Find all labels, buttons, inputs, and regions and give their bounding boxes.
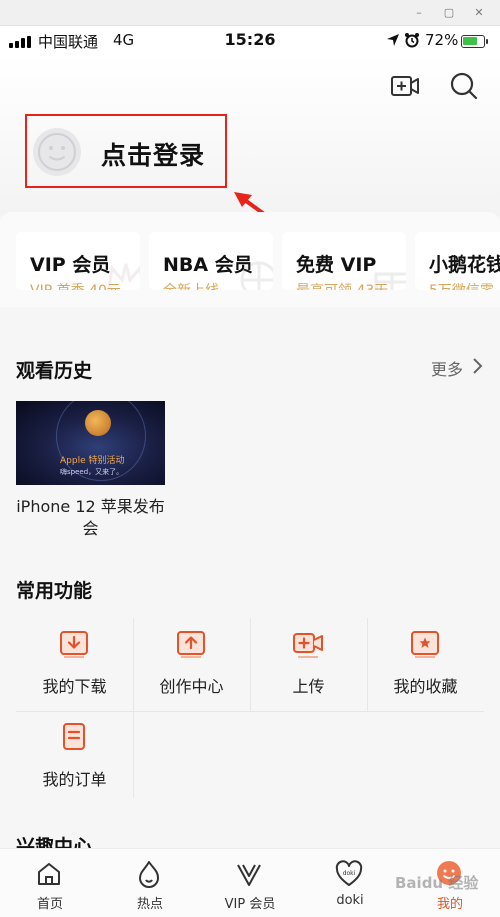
tab-label: 我的: [436, 897, 463, 912]
function-my-favorites[interactable]: 我的收藏: [367, 618, 484, 711]
watermark: Baidu 经验: [395, 874, 479, 892]
basketball-icon: [240, 261, 273, 290]
tab-doki[interactable]: doki doki: [300, 849, 400, 917]
function-my-orders[interactable]: 我的订单: [16, 711, 133, 804]
function-creator-center[interactable]: 创作中心: [133, 618, 250, 711]
thumb-caption: Apple 特别活动: [60, 456, 125, 466]
battery-percent: 72%: [425, 31, 459, 49]
chevron-right-icon[interactable]: [472, 356, 484, 376]
location-icon: [387, 34, 399, 46]
login-label: 点击登录: [101, 141, 206, 170]
search-icon[interactable]: [448, 70, 480, 102]
battery-icon: [461, 35, 488, 48]
thumb-subcaption: 嗨speed，又来了。: [60, 468, 124, 476]
tab-label: VIP 会员: [224, 897, 276, 912]
login-button[interactable]: 点击登录: [25, 114, 227, 188]
maximize-button[interactable]: ▢: [441, 5, 457, 21]
vip-card-title: 小鹅花钱: [429, 254, 500, 276]
status-bar: 中国联通 4G 15:26 72%: [0, 26, 500, 56]
tab-label: doki: [336, 893, 364, 908]
history-more-link[interactable]: 更多: [431, 356, 463, 380]
function-label: 上传: [292, 677, 325, 696]
vip-icon: [237, 864, 261, 886]
functions-section-title: 常用功能: [16, 580, 93, 602]
home-icon: [38, 863, 60, 885]
history-section-title: 观看历史: [16, 360, 93, 382]
function-label: 创作中心: [159, 677, 224, 696]
avatar[interactable]: [33, 128, 81, 176]
tab-hot[interactable]: 热点: [100, 849, 200, 917]
default-avatar-face-icon: [38, 133, 76, 171]
vip-card-xiaoe[interactable]: 小鹅花钱 5万微信零: [415, 232, 500, 290]
gift-icon: [374, 272, 406, 290]
tab-label: 热点: [136, 897, 163, 912]
function-my-downloads[interactable]: 我的下载: [16, 618, 133, 711]
tab-label: 首页: [36, 897, 63, 912]
doki-icon: doki: [335, 860, 363, 886]
vip-card-title: VIP 会员: [30, 254, 111, 276]
history-item-thumbnail[interactable]: Apple 特别活动 嗨speed，又来了。: [16, 401, 165, 485]
function-label: 我的下载: [42, 677, 107, 696]
video-upload-icon[interactable]: [389, 70, 421, 102]
vip-card-nba[interactable]: NBA 会员 全新上线: [149, 232, 273, 290]
apple-logo-icon: [85, 410, 111, 436]
svg-text:doki: doki: [343, 870, 356, 877]
history-item-title[interactable]: iPhone 12 苹果发布会: [16, 496, 165, 540]
function-label: 我的收藏: [393, 677, 458, 696]
vip-crown-icon: [107, 263, 140, 290]
order-icon: [63, 723, 85, 750]
minimize-button[interactable]: –: [411, 5, 427, 21]
vip-card-vip[interactable]: VIP 会员 VIP 首季 40元: [16, 232, 140, 290]
download-icon: [60, 631, 88, 658]
vip-card-subtitle: 全新上线: [163, 280, 219, 290]
window-titlebar: – ▢ ✕: [0, 0, 500, 26]
vip-card-subtitle: 5万微信零: [429, 280, 494, 290]
star-folder-icon: [411, 631, 439, 658]
alarm-icon: [405, 33, 419, 48]
function-upload[interactable]: 上传: [250, 618, 367, 711]
upload-arrow-icon: [177, 631, 205, 658]
tab-home[interactable]: 首页: [0, 849, 100, 917]
vip-card-title: 免费 VIP: [296, 254, 377, 276]
video-add-icon: [293, 633, 323, 658]
functions-grid: 我的下载 创作中心 上传 我的收藏 我的订单: [16, 618, 484, 798]
close-button[interactable]: ✕: [471, 5, 487, 21]
function-label: 我的订单: [42, 770, 107, 789]
flame-icon: [139, 861, 159, 888]
vip-card-free-vip[interactable]: 免费 VIP 最高可领 43天: [282, 232, 406, 290]
tab-vip[interactable]: VIP 会员: [200, 849, 300, 917]
vip-cards-row: VIP 会员 VIP 首季 40元 NBA 会员 全新上线 免费 VIP 最高可…: [0, 212, 500, 307]
